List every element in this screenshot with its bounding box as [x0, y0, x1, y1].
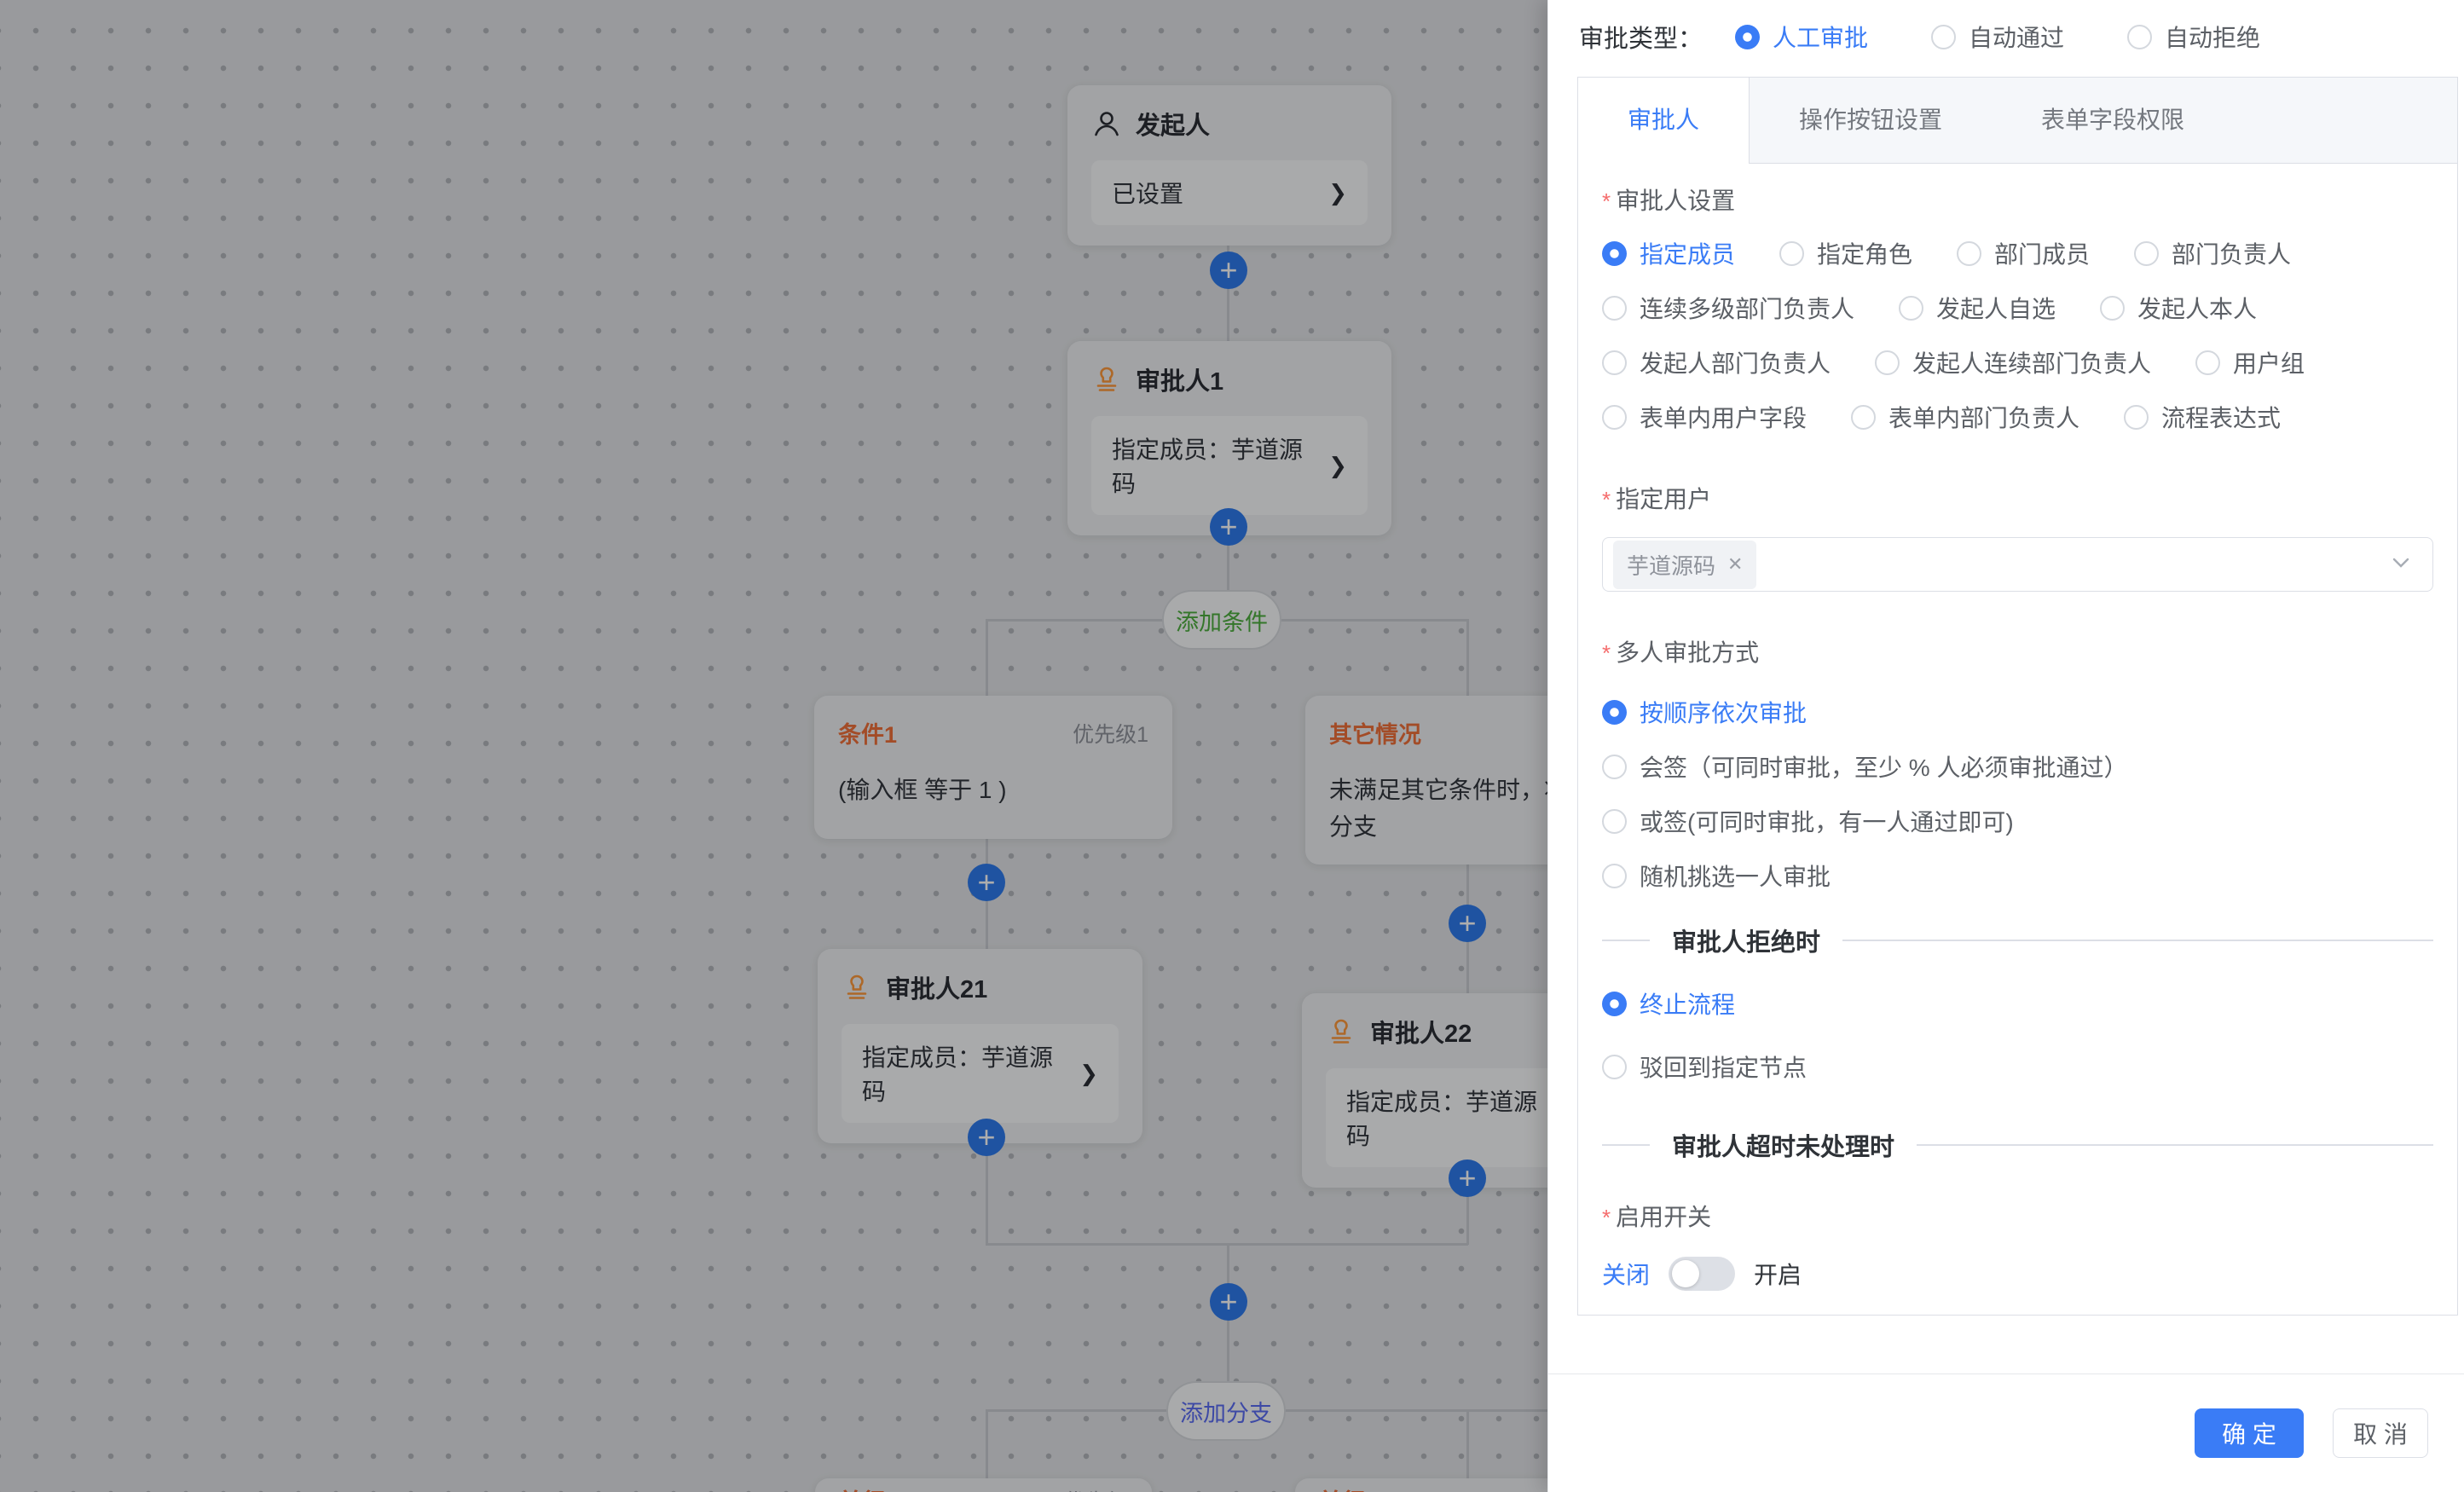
option-random-one[interactable]: 随机挑选一人审批 [1602, 859, 1831, 893]
timeout-section-title: 审批人超时未处理时 [1672, 1127, 1894, 1163]
approver-option-2-0[interactable]: 发起人部门负责人 [1602, 345, 1831, 379]
approver-option-0-2[interactable]: 部门成员 [1957, 236, 2090, 270]
approval-flow-designer: 发起人 已设置 ❯ + + + + + + + 审批人1 [0, 0, 2464, 1492]
approver-option-0-1[interactable]: 指定角色 [1779, 236, 1912, 270]
option-countersign[interactable]: 会签（可同时审批，至少 % 人必须审批通过） [1602, 749, 2127, 784]
option-orsign[interactable]: 或签(可同时审批，有一人通过即可) [1602, 804, 2014, 838]
reject-option-1: 驳回到指定节点 [1602, 1054, 2433, 1079]
multi-approve-option-1: 会签（可同时审批，至少 % 人必须审批通过） [1602, 754, 2433, 779]
radio-icon [2124, 405, 2149, 430]
required-asterisk: * [1602, 640, 1611, 666]
radio-selected-icon [1602, 241, 1627, 266]
switch-off-label: 关闭 [1602, 1257, 1650, 1291]
assigned-user-label: *指定用户 [1602, 483, 2433, 517]
tab-form-field-permissions[interactable]: 表单字段权限 [1992, 78, 2234, 163]
approval-type-label: 审批类型： [1579, 19, 1703, 55]
assigned-user-select[interactable]: 芋道源码 ✕ [1602, 537, 2433, 592]
option-sequential[interactable]: 按顺序依次审批 [1602, 695, 1807, 729]
tag-remove-icon[interactable]: ✕ [1727, 553, 1743, 575]
tabs-header: 审批人 操作按钮设置 表单字段权限 [1578, 78, 2457, 164]
approver-option-1-0[interactable]: 连续多级部门负责人 [1602, 291, 1854, 325]
timeout-section-divider: 审批人超时未处理时 [1602, 1131, 2433, 1159]
radio-icon [1875, 350, 1900, 375]
chevron-down-icon [2390, 552, 2412, 578]
radio-icon [1602, 1055, 1627, 1079]
radio-icon [2134, 241, 2159, 266]
radio-icon [1602, 405, 1627, 430]
approver-setting-row3: 发起人部门负责人 发起人连续部门负责人 用户组 [1602, 350, 2433, 375]
radio-icon [1851, 405, 1876, 430]
multi-approve-option-0: 按顺序依次审批 [1602, 699, 2433, 725]
radio-icon [1602, 809, 1627, 834]
approver-tab-pane: *审批人设置 指定成员 指定角色 部门成员 [1578, 164, 2457, 1315]
radio-icon [1602, 350, 1627, 375]
approver-option-3-1[interactable]: 表单内部门负责人 [1851, 400, 2079, 434]
required-asterisk: * [1602, 487, 1611, 512]
enable-switch-row: 关闭 开启 [1602, 1255, 2433, 1292]
approver-setting-label: *审批人设置 [1602, 184, 2433, 218]
radio-icon [1931, 25, 1956, 49]
radio-icon [2127, 25, 2152, 49]
approver-setting-row1: 指定成员 指定角色 部门成员 部门负责人 [1602, 240, 2433, 266]
empty-approver-divider: 审批人为空时 [1602, 1313, 2433, 1315]
user-tag-label: 芋道源码 [1627, 549, 1715, 581]
enable-toggle[interactable] [1669, 1257, 1735, 1291]
reject-option-0: 终止流程 [1602, 991, 2433, 1016]
tab-action-buttons[interactable]: 操作按钮设置 [1750, 78, 1992, 163]
modal-mask[interactable] [0, 0, 1547, 1492]
approval-type-auto-reject[interactable]: 自动拒绝 [2127, 20, 2260, 54]
approver-option-3-0[interactable]: 表单内用户字段 [1602, 400, 1807, 434]
approver-option-1-1[interactable]: 发起人自选 [1899, 291, 2056, 325]
radio-icon [1957, 241, 1981, 266]
approver-option-0-3[interactable]: 部门负责人 [2134, 236, 2291, 270]
approver-setting-row2: 连续多级部门负责人 发起人自选 发起人本人 [1602, 295, 2433, 321]
approver-option-0-0[interactable]: 指定成员 [1602, 236, 1735, 270]
radio-icon [2195, 350, 2220, 375]
approver-option-2-2[interactable]: 用户组 [2195, 345, 2305, 379]
multi-approve-option-3: 随机挑选一人审批 [1602, 863, 2433, 888]
switch-on-label: 开启 [1754, 1257, 1802, 1291]
toggle-knob [1672, 1260, 1699, 1287]
option-return-to-node[interactable]: 驳回到指定节点 [1602, 1050, 1807, 1084]
approval-type-auto-approve[interactable]: 自动通过 [1931, 20, 2064, 54]
tab-approver[interactable]: 审批人 [1578, 78, 1750, 164]
empty-approver-title: 审批人为空时 [1672, 1310, 1820, 1315]
multi-approve-option-2: 或签(可同时审批，有一人通过即可) [1602, 808, 2433, 834]
radio-selected-icon [1735, 25, 1760, 49]
drawer-footer: 确 定 取 消 [1548, 1373, 2464, 1492]
user-tag: 芋道源码 ✕ [1613, 541, 1756, 589]
option-terminate-flow[interactable]: 终止流程 [1602, 986, 1735, 1021]
multi-approve-label: *多人审批方式 [1602, 636, 2433, 670]
radio-icon [1602, 755, 1627, 779]
reject-section-divider: 审批人拒绝时 [1602, 926, 2433, 955]
radio-selected-icon [1602, 700, 1627, 725]
approver-setting-row4: 表单内用户字段 表单内部门负责人 流程表达式 [1602, 404, 2433, 430]
approval-type-manual[interactable]: 人工审批 [1735, 20, 1868, 54]
approver-option-3-2[interactable]: 流程表达式 [2124, 400, 2281, 434]
required-asterisk: * [1602, 1205, 1611, 1230]
radio-selected-icon [1602, 992, 1627, 1016]
radio-icon [2100, 296, 2125, 321]
radio-icon [1779, 241, 1804, 266]
confirm-button[interactable]: 确 定 [2195, 1408, 2304, 1458]
enable-switch-label: *启用开关 [1602, 1200, 2433, 1235]
approver-settings-drawer: 审批类型： 人工审批 自动通过 自动拒绝 审批人 操作按钮设 [1547, 0, 2464, 1492]
radio-icon [1899, 296, 1923, 321]
reject-section-title: 审批人拒绝时 [1672, 922, 1820, 958]
settings-tabs-card: 审批人 操作按钮设置 表单字段权限 *审批人设置 指定成员 指定角色 [1577, 77, 2458, 1316]
radio-icon [1602, 296, 1627, 321]
cancel-button[interactable]: 取 消 [2333, 1408, 2428, 1458]
approval-type-row: 审批类型： 人工审批 自动通过 自动拒绝 [1579, 19, 2260, 55]
required-asterisk: * [1602, 188, 1611, 214]
approver-option-2-1[interactable]: 发起人连续部门负责人 [1875, 345, 2151, 379]
approver-option-1-2[interactable]: 发起人本人 [2100, 291, 2257, 325]
radio-icon [1602, 864, 1627, 888]
